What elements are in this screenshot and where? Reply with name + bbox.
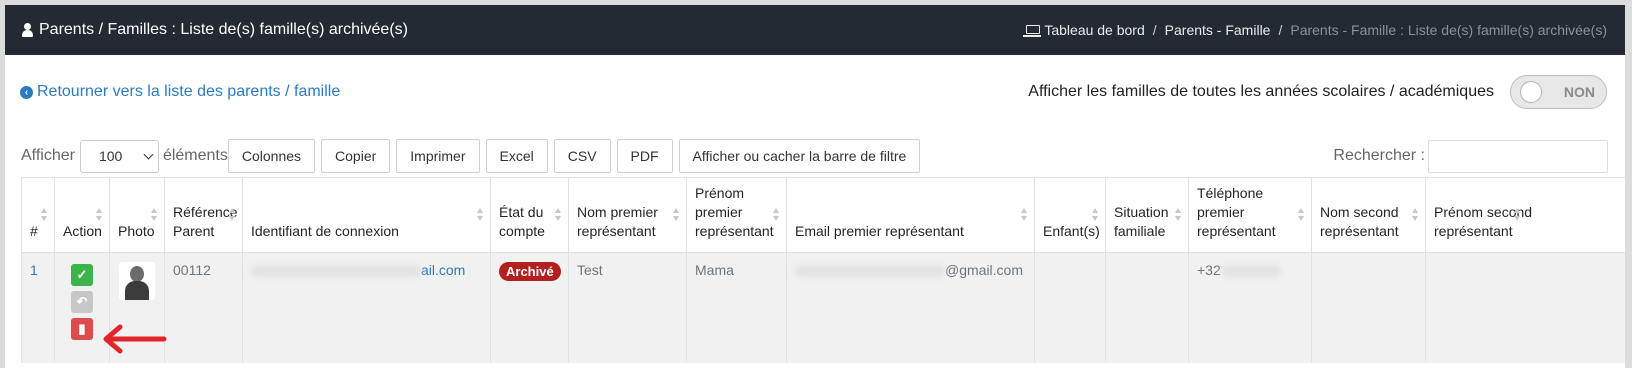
sort-icon	[477, 208, 484, 222]
back-link[interactable]: ‹ Retourner vers la liste des parents / …	[20, 83, 340, 101]
sort-icon	[1021, 208, 1028, 222]
all-years-filter: Afficher les familles de toutes les anné…	[1028, 75, 1607, 109]
column-header-name-1[interactable]: Nom premier représentant	[569, 178, 687, 252]
row-situation	[1106, 253, 1189, 363]
undo-button[interactable]: ↶	[71, 291, 93, 313]
row-firstname-2	[1426, 253, 1625, 363]
all-years-label: Afficher les familles de toutes les anné…	[1028, 83, 1494, 100]
column-header-email-1[interactable]: Email premier représentant	[787, 178, 1035, 252]
row-email-1: @gmail.com	[787, 253, 1035, 363]
arrow-left-circle-icon: ‹	[20, 85, 33, 99]
column-header-firstname-1[interactable]: Prénom premier représentant	[687, 178, 787, 252]
breadcrumb-separator: /	[1278, 22, 1283, 38]
columns-button[interactable]: Colonnes	[227, 139, 316, 173]
delete-button[interactable]: ▮	[71, 318, 93, 340]
sort-icon	[1412, 208, 1419, 222]
row-number[interactable]: 1	[21, 253, 55, 363]
column-header-phone-1[interactable]: Téléphone premier représentant	[1189, 178, 1312, 252]
options-row: ‹ Retourner vers la liste des parents / …	[20, 75, 1607, 109]
sort-icon	[1298, 208, 1305, 222]
csv-button[interactable]: CSV	[553, 139, 611, 173]
page-size-value: 100	[98, 148, 123, 164]
sort-icon	[229, 208, 236, 222]
column-header-action[interactable]: Action	[55, 178, 110, 252]
row-children	[1035, 253, 1106, 363]
row-status: Archivé	[491, 253, 569, 363]
breadcrumb: Tableau de bord / Parents - Famille / Pa…	[1023, 22, 1607, 38]
print-button[interactable]: Imprimer	[396, 139, 480, 173]
check-icon: ✓	[76, 267, 88, 282]
column-header-firstname-2[interactable]: Prénom second représentant	[1426, 178, 1625, 252]
row-name-1: Test	[569, 253, 687, 363]
app-frame: Parents / Familles : Liste de(s) famille…	[5, 5, 1625, 368]
row-reference: 00112	[165, 253, 243, 363]
reply-icon: ↶	[76, 294, 88, 309]
sort-icon	[151, 208, 158, 222]
search-label: Rechercher :	[1333, 147, 1425, 164]
row-name-2	[1312, 253, 1426, 363]
column-header-status[interactable]: État du compte	[491, 178, 569, 252]
excel-button[interactable]: Excel	[485, 139, 548, 173]
sort-icon	[555, 208, 562, 222]
search-box: Rechercher :	[1333, 139, 1608, 173]
search-input[interactable]	[1428, 139, 1608, 173]
toggle-knob	[1520, 81, 1542, 103]
page-size-select[interactable]: 100	[79, 139, 159, 173]
avatar	[119, 262, 155, 300]
breadcrumb-parents[interactable]: Parents - Famille	[1165, 22, 1271, 38]
breadcrumb-separator: /	[1152, 22, 1157, 38]
all-years-toggle[interactable]: NON	[1510, 75, 1607, 109]
row-phone-1: +32	[1189, 253, 1312, 363]
table-header: # Action Photo Référence Parent Identifi…	[21, 178, 1625, 253]
header-bar: Parents / Familles : Liste de(s) famille…	[5, 5, 1625, 55]
status-badge: Archivé	[499, 262, 561, 281]
column-header-name-2[interactable]: Nom second représentant	[1312, 178, 1426, 252]
redacted-text	[795, 265, 945, 278]
toggle-filter-bar-button[interactable]: Afficher ou cacher la barre de filtre	[678, 139, 921, 173]
trash-icon: ▮	[78, 321, 86, 336]
column-header-photo[interactable]: Photo	[110, 178, 165, 252]
row-login[interactable]: ail.com	[243, 253, 491, 363]
show-label: Afficher	[21, 147, 75, 164]
user-icon	[22, 23, 33, 37]
redacted-text	[1220, 265, 1281, 278]
sort-icon	[41, 208, 48, 222]
export-buttons: Colonnes Copier Imprimer Excel CSV PDF A…	[227, 139, 926, 173]
sort-icon	[96, 208, 103, 222]
toggle-state: NON	[1563, 84, 1595, 100]
page-title-text: Parents / Familles : Liste de(s) famille…	[39, 21, 408, 38]
chevron-down-icon	[143, 149, 154, 159]
elements-label: éléments	[162, 147, 228, 164]
restore-check-button[interactable]: ✓	[71, 264, 93, 286]
column-header-login[interactable]: Identifiant de connexion	[243, 178, 491, 252]
column-header-children[interactable]: Enfant(s)	[1035, 178, 1106, 252]
redacted-text	[251, 265, 421, 278]
table-body: 1 ✓ ↶ ▮ 00112 ail.com Archivé Test Mama …	[21, 253, 1625, 363]
breadcrumb-current: Parents - Famille : Liste de(s) famille(…	[1290, 22, 1607, 38]
sort-icon	[673, 208, 680, 222]
breadcrumb-dashboard[interactable]: Tableau de bord	[1044, 22, 1144, 38]
copy-button[interactable]: Copier	[321, 139, 391, 173]
sort-icon	[1175, 208, 1182, 222]
families-table: # Action Photo Référence Parent Identifi…	[21, 177, 1625, 363]
sort-icon	[1092, 208, 1099, 222]
row-firstname-1: Mama	[687, 253, 787, 363]
page-title: Parents / Familles : Liste de(s) famille…	[22, 21, 408, 39]
back-link-text: Retourner vers la liste des parents / fa…	[37, 83, 341, 100]
annotation-arrow-icon	[103, 324, 167, 354]
column-header-reference[interactable]: Référence Parent	[165, 178, 243, 252]
table-controls: Afficher 100 éléments Colonnes Copier Im…	[21, 138, 1608, 174]
column-header-number[interactable]: #	[21, 178, 55, 252]
sort-icon	[773, 208, 780, 222]
column-header-situation[interactable]: Situation familiale	[1106, 178, 1189, 252]
pdf-button[interactable]: PDF	[616, 139, 673, 173]
laptop-icon	[1023, 24, 1042, 37]
sort-icon	[1514, 208, 1521, 222]
table-row: 1 ✓ ↶ ▮ 00112 ail.com Archivé Test Mama …	[21, 253, 1625, 363]
